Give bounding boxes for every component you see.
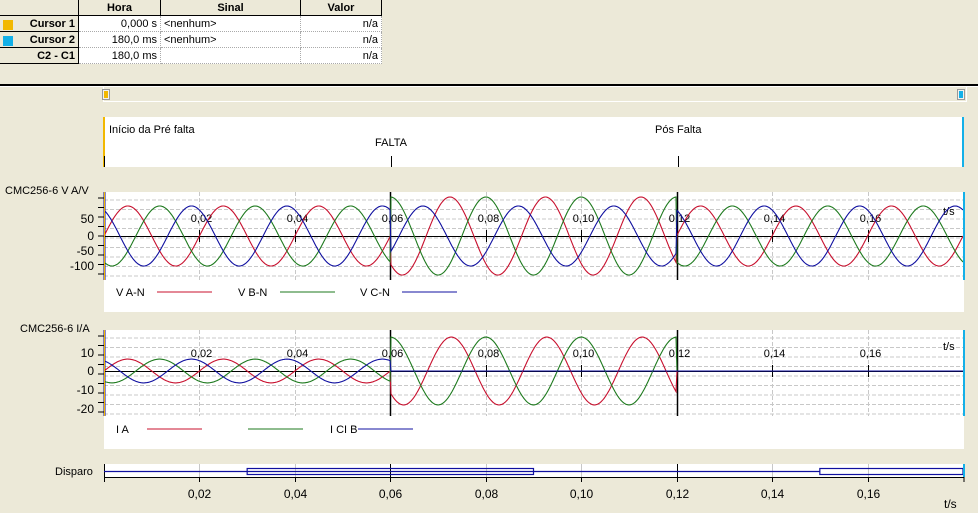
y-tick-label: 50: [81, 212, 95, 226]
trigger-x-axis-unit: t/s: [944, 497, 957, 511]
y-tick-label: 10: [81, 346, 95, 360]
legend-area: [104, 280, 964, 312]
x-tick-label: 0,16: [860, 213, 881, 225]
y-tick-label: -10: [77, 383, 95, 397]
y-tick-label: 0: [87, 229, 94, 243]
legend-label: V C-N: [360, 287, 390, 299]
plots-canvas: 0,02 0,04 0,06 0,08 0,10 0,12 0,14 0,16t/s500-5…: [70, 192, 965, 511]
x-tick-label: 0,04: [287, 213, 308, 225]
y-tick-label: -20: [77, 402, 95, 416]
legend-label: V A-N: [116, 287, 145, 299]
legend-label: I B: [344, 424, 357, 436]
x-tick-label: 0,12: [669, 213, 690, 225]
x-tick-label: 0,06: [382, 213, 403, 225]
y-tick-label: 0: [87, 364, 94, 378]
x-tick-label: 0,10: [573, 348, 594, 360]
y-tick-label: -50: [77, 244, 95, 258]
x-tick-label: 0,12: [669, 348, 690, 360]
x-tick-label: 0,14: [764, 213, 785, 225]
x-tick-label: 0,08: [478, 213, 499, 225]
legend-label: V B-N: [238, 287, 267, 299]
trigger-x-tick-label: 0,16: [857, 487, 881, 501]
legend-label: I A: [116, 424, 130, 436]
legend-label: I C: [330, 424, 344, 436]
trigger-x-tick-label: 0,10: [570, 487, 594, 501]
x-tick-label: 0,14: [764, 348, 785, 360]
legend-area: [104, 416, 964, 449]
x-tick-label: 0,06: [382, 348, 403, 360]
x-tick-label: 0,02: [191, 348, 212, 360]
y-tick-label: -100: [70, 259, 94, 273]
trigger-x-tick-label: 0,06: [379, 487, 403, 501]
trigger-x-tick-label: 0,04: [284, 487, 308, 501]
trigger-x-tick-label: 0,14: [761, 487, 785, 501]
x-axis-unit: t/s: [943, 341, 955, 353]
trigger-x-tick-label: 0,02: [188, 487, 212, 501]
x-tick-label: 0,16: [860, 348, 881, 360]
trigger-x-tick-label: 0,12: [666, 487, 690, 501]
x-tick-label: 0,08: [478, 348, 499, 360]
trigger-x-tick-label: 0,08: [475, 487, 499, 501]
x-tick-label: 0,04: [287, 348, 308, 360]
x-tick-label: 0,10: [573, 213, 594, 225]
plot-area: [104, 330, 964, 416]
